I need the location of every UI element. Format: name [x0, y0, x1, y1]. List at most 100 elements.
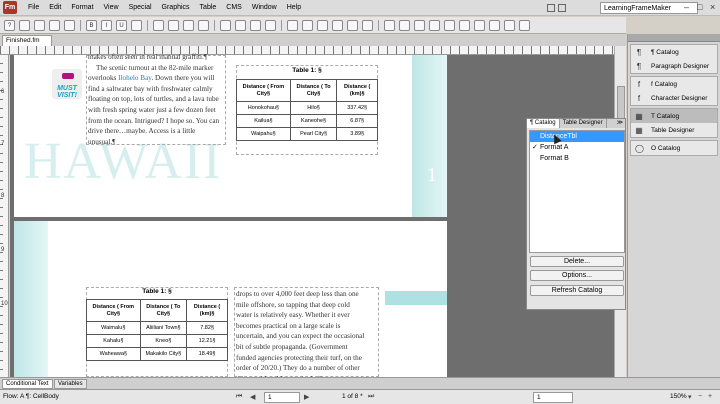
- number-list-icon[interactable]: [235, 19, 246, 31]
- zoom-out-icon[interactable]: −: [698, 393, 702, 400]
- table-cell[interactable]: Kaneohe§: [289, 114, 338, 128]
- insert-table-icon[interactable]: [287, 19, 298, 31]
- insert-link-icon[interactable]: [317, 19, 328, 31]
- table-cell[interactable]: Aliiliani Town§: [139, 321, 188, 335]
- table-cell[interactable]: Kahalu§: [86, 334, 141, 348]
- table-header-cell[interactable]: Distance ( (km)§: [336, 79, 378, 102]
- table-cell[interactable]: Honokohau§: [236, 101, 291, 115]
- more-icon[interactable]: [519, 19, 530, 31]
- table-cell[interactable]: 7.82§: [186, 321, 228, 335]
- menu-format[interactable]: Format: [66, 4, 98, 11]
- table-cell[interactable]: Kailua§: [236, 114, 291, 128]
- align-left-icon[interactable]: [153, 19, 164, 31]
- catalog-item-format-b[interactable]: Format B: [530, 153, 624, 164]
- align-center-icon[interactable]: [168, 19, 179, 31]
- menu-cms[interactable]: CMS: [221, 4, 247, 11]
- table-header-cell[interactable]: Distance ( To City§: [289, 79, 338, 102]
- table-header-cell[interactable]: Distance ( To City§: [139, 299, 188, 322]
- redo-icon[interactable]: [64, 19, 75, 31]
- close-icon[interactable]: ×: [710, 2, 715, 13]
- table-cell[interactable]: Makakilo City§: [139, 347, 188, 361]
- condition-icon[interactable]: [474, 19, 485, 31]
- refresh-catalog-button[interactable]: Refresh Catalog: [530, 285, 624, 296]
- bold-icon[interactable]: B: [86, 19, 97, 31]
- zoom-dropdown-icon[interactable]: ▾: [688, 393, 692, 401]
- previous-page-icon[interactable]: ◀: [250, 393, 255, 401]
- panel-item-character-catalog[interactable]: f f Catalog: [631, 77, 717, 91]
- menu-table[interactable]: Table: [195, 4, 222, 11]
- layout-icon[interactable]: [558, 4, 566, 12]
- align-right-icon[interactable]: [183, 19, 194, 31]
- minimize-icon[interactable]: –: [684, 2, 689, 13]
- catalog-list[interactable]: DistanceTbl ✓ Format A Format B: [529, 130, 625, 253]
- help-icon[interactable]: ?: [4, 19, 15, 31]
- panel-item-object-catalog[interactable]: ◯ O Catalog: [631, 141, 717, 155]
- tab-finished-fm[interactable]: Finished.fm: [2, 35, 52, 46]
- cross-reference-icon[interactable]: [362, 19, 373, 31]
- delete-button[interactable]: Delete...: [530, 256, 624, 267]
- frame-icon[interactable]: [547, 4, 555, 12]
- body-text-page2[interactable]: drops to over 4,000 feet deep less than …: [236, 289, 364, 384]
- track-changes-icon[interactable]: [384, 19, 395, 31]
- highlighted-term[interactable]: Ilohelo Bay: [118, 74, 151, 82]
- table-cell[interactable]: Waimalu§: [86, 321, 141, 335]
- table-header-cell[interactable]: Distance ( (km)§: [186, 299, 228, 322]
- tab-catalog[interactable]: ¶ Catalog: [527, 119, 560, 128]
- menu-special[interactable]: Special: [124, 4, 157, 11]
- spell-check-icon[interactable]: [399, 19, 410, 31]
- table-cell[interactable]: 18.49§: [186, 347, 228, 361]
- menu-edit[interactable]: Edit: [44, 4, 66, 11]
- undo-icon[interactable]: [49, 19, 60, 31]
- book-icon[interactable]: [489, 19, 500, 31]
- bullet-list-icon[interactable]: [220, 19, 231, 31]
- next-page-icon[interactable]: ▶: [304, 393, 309, 401]
- view-icon[interactable]: [444, 19, 455, 31]
- panel-item-character-designer[interactable]: f Character Designer: [631, 91, 717, 105]
- menu-help[interactable]: Help: [282, 4, 306, 11]
- indent-icon[interactable]: [250, 19, 261, 31]
- zoom-field[interactable]: 1: [533, 392, 573, 403]
- insert-graphic-icon[interactable]: [302, 19, 313, 31]
- options-button[interactable]: Options...: [530, 270, 624, 281]
- save-icon[interactable]: [34, 19, 45, 31]
- insert-marker-icon[interactable]: [332, 19, 343, 31]
- tab-conditional-text[interactable]: Conditional Text: [2, 379, 53, 389]
- table-cell[interactable]: Waheawa§: [86, 347, 141, 361]
- table-cell[interactable]: Hilo§: [289, 101, 338, 115]
- tab-table-designer[interactable]: Table Designer: [560, 119, 607, 128]
- comment-icon[interactable]: [459, 19, 470, 31]
- zoom-level[interactable]: 150%: [670, 393, 687, 400]
- catalog-item-distancetbl[interactable]: DistanceTbl: [530, 131, 624, 142]
- table-cell[interactable]: 6.87§: [336, 114, 378, 128]
- table-cell[interactable]: 12.21§: [186, 334, 228, 348]
- table-cell[interactable]: 3.89§: [336, 127, 378, 141]
- reference-icon[interactable]: [429, 19, 440, 31]
- strikethrough-icon[interactable]: [131, 19, 142, 31]
- distance-table[interactable]: Distance ( From City§ Distance ( To City…: [86, 299, 228, 361]
- panel-item-table-designer[interactable]: ▦ Table Designer: [631, 123, 717, 137]
- table-header-cell[interactable]: Distance ( From City§: [86, 299, 141, 322]
- menu-window[interactable]: Window: [247, 4, 282, 11]
- panel-item-paragraph-designer[interactable]: ¶ Paragraph Designer: [631, 59, 717, 73]
- table-cell[interactable]: Waipahu§: [236, 127, 291, 141]
- table-cell[interactable]: Kneo§: [139, 334, 188, 348]
- catalog-item-format-a[interactable]: ✓ Format A: [530, 142, 624, 153]
- italic-icon[interactable]: I: [101, 19, 112, 31]
- print-icon[interactable]: [19, 19, 30, 31]
- table-header-cell[interactable]: Distance ( From City§: [236, 79, 291, 102]
- panel-item-paragraph-catalog[interactable]: ¶ ¶ Catalog: [631, 45, 717, 59]
- underline-icon[interactable]: U: [116, 19, 127, 31]
- find-icon[interactable]: [414, 19, 425, 31]
- first-page-icon[interactable]: ⏮: [236, 393, 242, 401]
- publish-icon[interactable]: [504, 19, 515, 31]
- outdent-icon[interactable]: [265, 19, 276, 31]
- last-page-icon[interactable]: ⏭: [368, 393, 374, 401]
- zoom-in-icon[interactable]: +: [708, 393, 712, 400]
- page-number-field[interactable]: 1: [264, 392, 300, 403]
- palette-menu-icon[interactable]: ≫: [617, 119, 623, 128]
- menu-graphics[interactable]: Graphics: [157, 4, 195, 11]
- menu-view[interactable]: View: [99, 4, 124, 11]
- tab-variables[interactable]: Variables: [54, 379, 87, 389]
- maximize-icon[interactable]: □: [697, 2, 702, 13]
- menu-file[interactable]: File: [23, 4, 44, 11]
